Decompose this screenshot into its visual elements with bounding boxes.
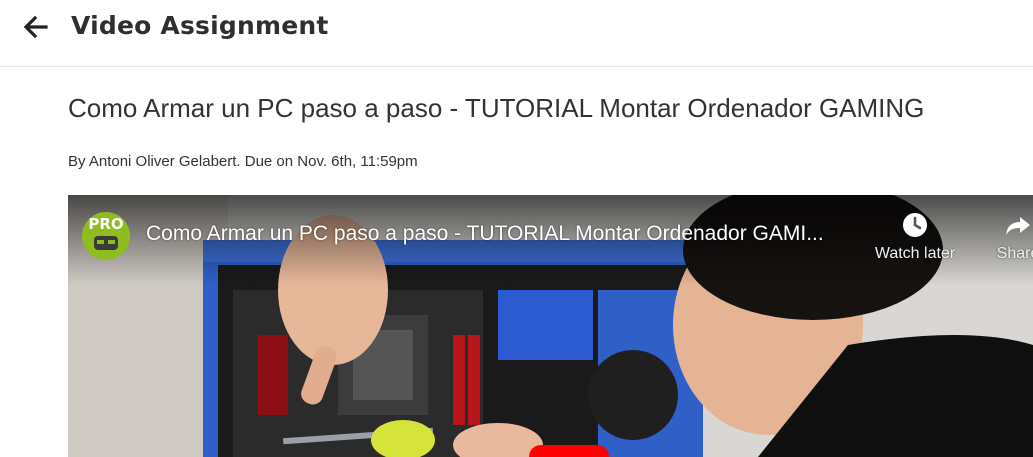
page-title: Video Assignment xyxy=(71,11,329,40)
arrow-left-icon xyxy=(23,15,48,39)
clock-icon xyxy=(903,213,927,237)
share-label: Share xyxy=(996,245,1033,262)
video-player[interactable]: PRO Como Armar un PC paso a paso - TUTOR… xyxy=(68,195,1033,457)
play-button[interactable] xyxy=(529,445,609,457)
channel-avatar[interactable]: PRO xyxy=(82,212,130,260)
watch-later-button[interactable]: Watch later xyxy=(870,211,960,263)
video-title: Como Armar un PC paso a paso - TUTORIAL … xyxy=(68,93,925,123)
back-button[interactable] xyxy=(20,12,50,42)
share-button[interactable]: Share xyxy=(973,211,1033,263)
robot-icon xyxy=(94,236,118,250)
player-video-title[interactable]: Como Armar un PC paso a paso - TUTORIAL … xyxy=(146,222,824,246)
assignment-byline: By Antoni Oliver Gelabert. Due on Nov. 6… xyxy=(68,153,418,170)
watch-later-label: Watch later xyxy=(874,245,956,262)
app-header: Video Assignment xyxy=(0,0,1033,67)
share-arrow-icon xyxy=(1006,217,1030,235)
